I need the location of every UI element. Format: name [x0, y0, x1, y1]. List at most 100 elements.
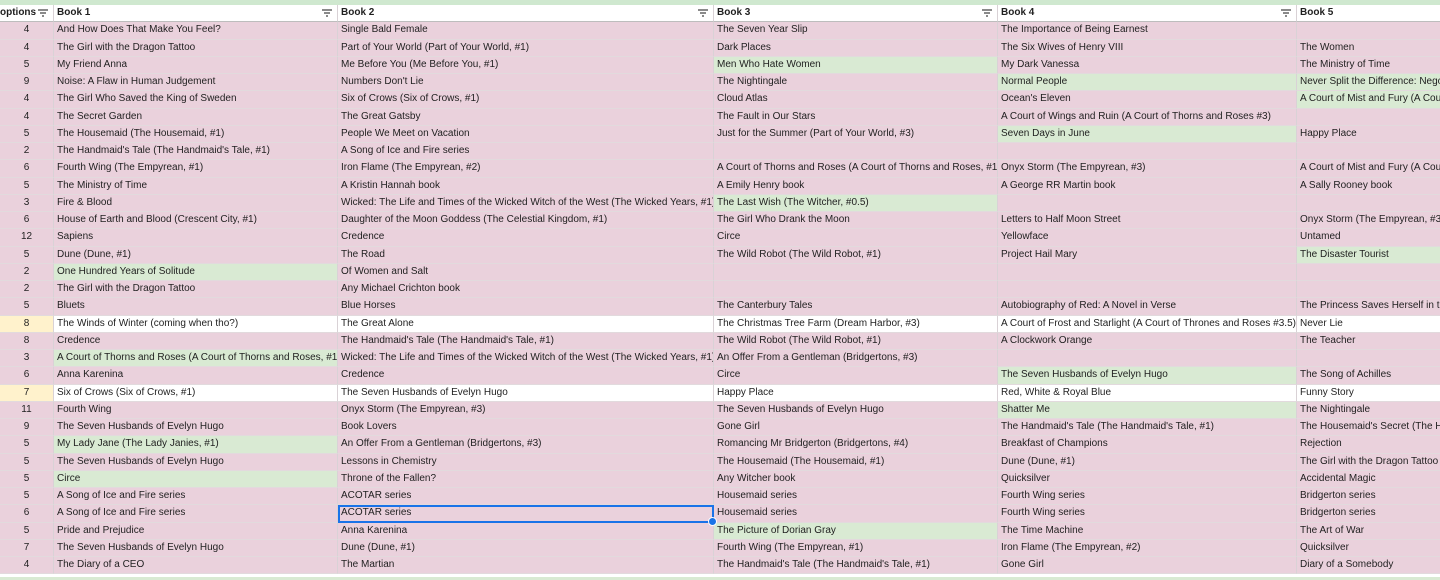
- cell-book-2[interactable]: Book Lovers: [338, 419, 714, 437]
- cell-options[interactable]: 7: [0, 539, 54, 557]
- cell-options[interactable]: 3: [0, 350, 54, 368]
- cell-book-1[interactable]: The Girl with the Dragon Tattoo: [54, 281, 338, 299]
- cell-book-5[interactable]: [1297, 350, 1440, 368]
- cell-book-4[interactable]: Project Hail Mary: [998, 246, 1297, 264]
- cell-book-1[interactable]: The Ministry of Time: [54, 177, 338, 195]
- cell-book-3[interactable]: Cloud Atlas: [714, 91, 998, 109]
- cell-book-3[interactable]: Dark Places: [714, 39, 998, 57]
- cell-book-5[interactable]: A Sally Rooney book: [1297, 177, 1440, 195]
- cell-book-5[interactable]: [1297, 194, 1440, 212]
- cell-book-4[interactable]: Breakfast of Champions: [998, 436, 1297, 454]
- cell-book-5[interactable]: Diary of a Somebody: [1297, 557, 1440, 575]
- cell-book-3[interactable]: Fourth Wing (The Empyrean, #1): [714, 539, 998, 557]
- cell-book-2[interactable]: People We Meet on Vacation: [338, 125, 714, 143]
- cell-options[interactable]: 5: [0, 470, 54, 488]
- cell-book-4[interactable]: [998, 143, 1297, 161]
- cell-book-4[interactable]: The Handmaid's Tale (The Handmaid's Tale…: [998, 419, 1297, 437]
- cell-book-5[interactable]: [1297, 143, 1440, 161]
- cell-options[interactable]: 8: [0, 315, 54, 333]
- cell-options[interactable]: 5: [0, 125, 54, 143]
- cell-book-5[interactable]: [1297, 108, 1440, 126]
- cell-book-2[interactable]: Single Bald Female: [338, 22, 714, 40]
- cell-book-3[interactable]: Men Who Hate Women: [714, 56, 998, 74]
- filter-icon[interactable]: [697, 7, 709, 19]
- filter-icon[interactable]: [1280, 7, 1292, 19]
- cell-book-2[interactable]: Any Michael Crichton book: [338, 281, 714, 299]
- cell-options[interactable]: 2: [0, 143, 54, 161]
- cell-book-1[interactable]: The Handmaid's Tale (The Handmaid's Tale…: [54, 143, 338, 161]
- cell-book-1[interactable]: House of Earth and Blood (Crescent City,…: [54, 212, 338, 230]
- cell-options[interactable]: 5: [0, 177, 54, 195]
- cell-book-2[interactable]: Daughter of the Moon Goddess (The Celest…: [338, 212, 714, 230]
- cell-options[interactable]: 2: [0, 281, 54, 299]
- cell-book-5[interactable]: The Disaster Tourist: [1297, 246, 1440, 264]
- cell-book-2[interactable]: Iron Flame (The Empyrean, #2): [338, 160, 714, 178]
- cell-book-3[interactable]: The Wild Robot (The Wild Robot, #1): [714, 246, 998, 264]
- cell-options[interactable]: 11: [0, 401, 54, 419]
- cell-book-4[interactable]: The Time Machine: [998, 522, 1297, 540]
- cell-book-3[interactable]: The Fault in Our Stars: [714, 108, 998, 126]
- cell-book-3[interactable]: The Picture of Dorian Gray: [714, 522, 998, 540]
- cell-book-2[interactable]: Me Before You (Me Before You, #1): [338, 56, 714, 74]
- cell-book-1[interactable]: Fourth Wing: [54, 401, 338, 419]
- cell-book-3[interactable]: The Canterbury Tales: [714, 298, 998, 316]
- cell-book-2[interactable]: The Great Gatsby: [338, 108, 714, 126]
- cell-book-2[interactable]: Of Women and Salt: [338, 263, 714, 281]
- cell-book-1[interactable]: Noise: A Flaw in Human Judgement: [54, 74, 338, 92]
- cell-book-1[interactable]: Fourth Wing (The Empyrean, #1): [54, 160, 338, 178]
- cell-options[interactable]: 6: [0, 505, 54, 523]
- cell-book-2[interactable]: A Kristin Hannah book: [338, 177, 714, 195]
- cell-options[interactable]: 9: [0, 419, 54, 437]
- cell-book-3[interactable]: Circe: [714, 229, 998, 247]
- cell-options[interactable]: 5: [0, 453, 54, 471]
- cell-options[interactable]: 4: [0, 108, 54, 126]
- cell-book-1[interactable]: A Song of Ice and Fire series: [54, 505, 338, 523]
- cell-book-3[interactable]: A Emily Henry book: [714, 177, 998, 195]
- filter-icon[interactable]: [37, 7, 49, 19]
- cell-book-4[interactable]: The Importance of Being Earnest: [998, 22, 1297, 40]
- cell-options[interactable]: 5: [0, 298, 54, 316]
- cell-book-1[interactable]: The Girl with the Dragon Tattoo: [54, 39, 338, 57]
- cell-book-4[interactable]: Quicksilver: [998, 470, 1297, 488]
- header-book-1[interactable]: Book 1: [54, 5, 338, 23]
- cell-book-1[interactable]: The Housemaid (The Housemaid, #1): [54, 125, 338, 143]
- cell-book-4[interactable]: [998, 281, 1297, 299]
- cell-book-2[interactable]: Part of Your World (Part of Your World, …: [338, 39, 714, 57]
- header-book-5[interactable]: Book 5: [1297, 5, 1440, 23]
- cell-book-3[interactable]: The Wild Robot (The Wild Robot, #1): [714, 332, 998, 350]
- cell-book-1[interactable]: Fire & Blood: [54, 194, 338, 212]
- cell-book-4[interactable]: The Six Wives of Henry VIII: [998, 39, 1297, 57]
- cell-book-4[interactable]: A Court of Wings and Ruin (A Court of Th…: [998, 108, 1297, 126]
- cell-book-1[interactable]: The Secret Garden: [54, 108, 338, 126]
- cell-book-4[interactable]: Letters to Half Moon Street: [998, 212, 1297, 230]
- cell-book-4[interactable]: Normal People: [998, 74, 1297, 92]
- cell-book-2[interactable]: Numbers Don't Lie: [338, 74, 714, 92]
- cell-book-2[interactable]: Credence: [338, 229, 714, 247]
- cell-options[interactable]: 4: [0, 22, 54, 40]
- cell-book-3[interactable]: Gone Girl: [714, 419, 998, 437]
- cell-book-4[interactable]: Yellowface: [998, 229, 1297, 247]
- header-options[interactable]: options: [0, 5, 54, 23]
- cell-book-1[interactable]: The Seven Husbands of Evelyn Hugo: [54, 539, 338, 557]
- cell-book-5[interactable]: Never Lie: [1297, 315, 1440, 333]
- cell-options[interactable]: 8: [0, 332, 54, 350]
- cell-book-3[interactable]: Just for the Summer (Part of Your World,…: [714, 125, 998, 143]
- cell-book-3[interactable]: A Court of Thorns and Roses (A Court of …: [714, 160, 998, 178]
- cell-book-2[interactable]: Onyx Storm (The Empyrean, #3): [338, 401, 714, 419]
- cell-book-1[interactable]: Six of Crows (Six of Crows, #1): [54, 384, 338, 402]
- cell-book-2[interactable]: The Martian: [338, 557, 714, 575]
- cell-book-3[interactable]: The Last Wish (The Witcher, #0.5): [714, 194, 998, 212]
- cell-book-5[interactable]: Never Split the Difference: Nego: [1297, 74, 1440, 92]
- fill-handle[interactable]: [708, 516, 717, 526]
- cell-options[interactable]: 9: [0, 74, 54, 92]
- filter-icon[interactable]: [981, 7, 993, 19]
- cell-book-4[interactable]: Fourth Wing series: [998, 488, 1297, 506]
- cell-book-2[interactable]: Wicked: The Life and Times of the Wicked…: [338, 350, 714, 368]
- cell-options[interactable]: 3: [0, 194, 54, 212]
- cell-book-1[interactable]: The Diary of a CEO: [54, 557, 338, 575]
- cell-book-4[interactable]: [998, 194, 1297, 212]
- cell-book-3[interactable]: Romancing Mr Bridgerton (Bridgertons, #4…: [714, 436, 998, 454]
- cell-book-3[interactable]: Housemaid series: [714, 505, 998, 523]
- cell-book-1[interactable]: Sapiens: [54, 229, 338, 247]
- cell-options[interactable]: 12: [0, 229, 54, 247]
